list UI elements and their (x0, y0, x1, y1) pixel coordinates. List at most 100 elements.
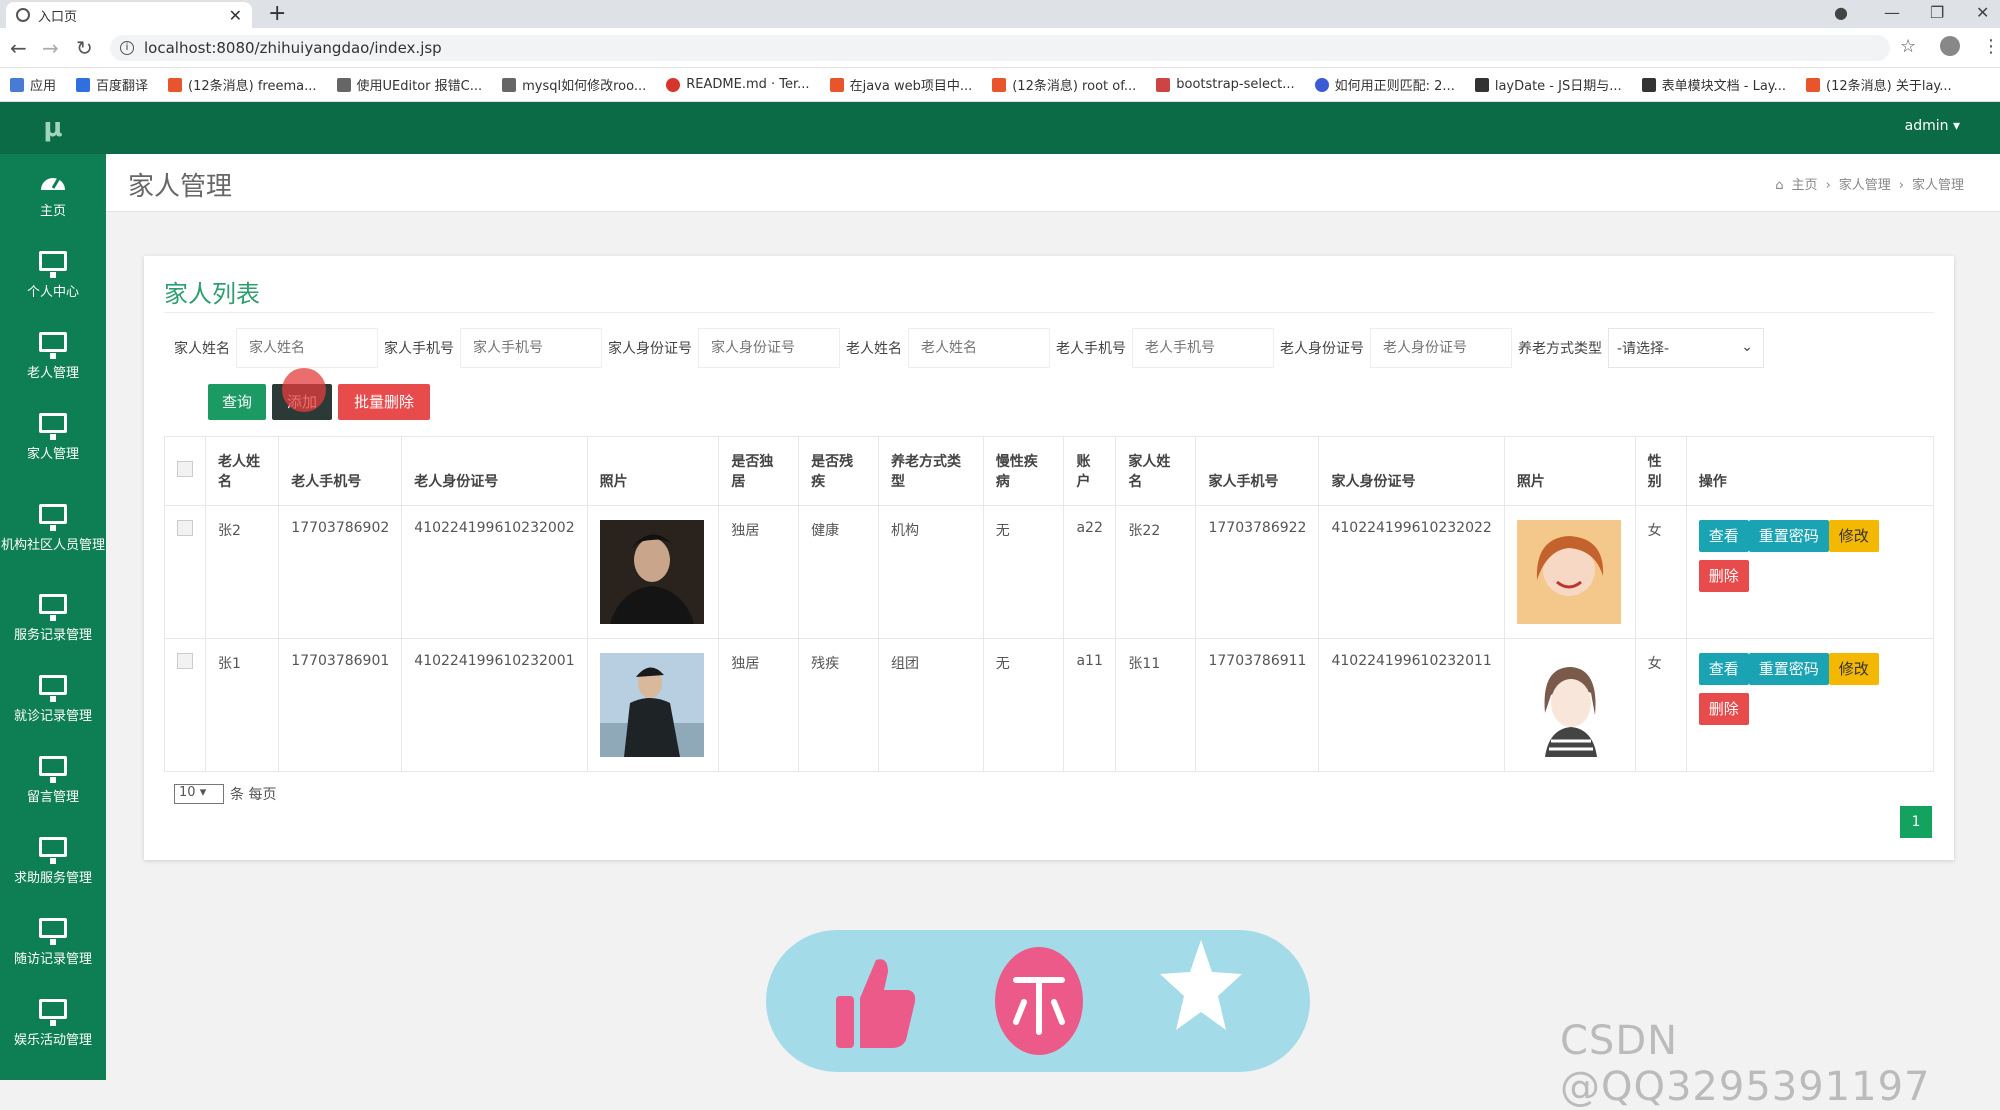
bookmark-item[interactable]: 百度翻译 (76, 75, 148, 94)
query-button[interactable]: 查询 (208, 384, 266, 420)
row-checkbox[interactable] (177, 653, 193, 669)
info-icon[interactable]: i (120, 41, 134, 55)
bookmark-item[interactable]: (12条消息) root of... (992, 75, 1136, 94)
sidebar-item-activities[interactable]: 娱乐活动管理 (0, 983, 106, 1064)
family-id-input[interactable] (698, 328, 840, 368)
sidebar-item-profile[interactable]: 个人中心 (0, 235, 106, 316)
sidebar-item-messages[interactable]: 留言管理 (0, 740, 106, 821)
breadcrumb-section[interactable]: 家人管理 (1839, 178, 1891, 193)
edit-button[interactable]: 修改 (1828, 520, 1879, 552)
profile-icon[interactable] (1940, 36, 1960, 56)
sidebar: μ 主页 个人中心 老人管理 家人管理 机构社区人员管理 服务记录管理 就诊记录… (0, 102, 106, 1080)
view-button[interactable]: 查看 (1698, 520, 1749, 552)
family-phone-input[interactable] (460, 328, 602, 368)
column-header: 照片 (586, 436, 720, 506)
sidebar-item-service-records[interactable]: 服务记录管理 (0, 578, 106, 659)
chronic-cell: 无 (982, 505, 1065, 639)
page-number-button[interactable]: 1 (1900, 806, 1932, 838)
elder-name-input[interactable] (908, 328, 1050, 368)
forward-icon[interactable]: → (42, 36, 59, 60)
close-window-button[interactable]: ✕ (1976, 0, 1989, 28)
reset-password-button[interactable]: 重置密码 (1748, 653, 1829, 685)
reload-icon[interactable]: ↻ (76, 36, 93, 60)
bookmark-item[interactable]: bootstrap-select... (1156, 77, 1295, 92)
bookmark-item[interactable]: 使用UEditor 报错C... (336, 75, 482, 94)
star-favorite-icon[interactable] (1158, 936, 1244, 1036)
family-name-input[interactable] (236, 328, 378, 368)
sidebar-item-family[interactable]: 家人管理 (0, 397, 106, 478)
family-id-cell: 410224199610232011 (1318, 638, 1505, 772)
coin-icon[interactable] (994, 946, 1084, 1056)
filter-label: 老人手机号 (1056, 341, 1126, 357)
reset-password-button[interactable]: 重置密码 (1748, 520, 1829, 552)
filter-label: 家人姓名 (174, 341, 230, 357)
browser-tab[interactable]: 入口页 ✕ (6, 2, 252, 28)
elder-id-input[interactable] (1370, 328, 1512, 368)
delete-button[interactable]: 删除 (1698, 693, 1749, 725)
family-photo (1516, 653, 1621, 757)
url-field[interactable]: i localhost:8080/zhihuiyangdao/index.jsp (110, 35, 1890, 61)
select-all-checkbox[interactable] (177, 461, 193, 477)
page-header: 家人管理 ⌂ 主页 › 家人管理 › 家人管理 (106, 154, 2000, 212)
column-header: 老人姓名 (204, 436, 280, 506)
divider (164, 312, 1934, 313)
monitor-icon (39, 837, 67, 864)
elder-phone-input[interactable] (1132, 328, 1274, 368)
minimize-button[interactable]: — (1884, 0, 1900, 28)
sidebar-item-followups[interactable]: 随访记录管理 (0, 902, 106, 983)
filter-bar: 家人姓名 家人手机号 家人身份证号 老人姓名 老人手机号 老人身份证号 养老方式… (174, 328, 1764, 368)
bookmark-item[interactable]: README.md · Ter... (666, 77, 810, 92)
bookmark-item[interactable]: layDate - JS日期与... (1474, 75, 1622, 94)
elder-photo (599, 653, 704, 757)
bookmarks-bar: 应用 百度翻译 (12条消息) freema... 使用UEditor 报错C.… (0, 68, 2000, 102)
column-header: 账户 (1063, 436, 1117, 506)
column-header: 慢性疾病 (982, 436, 1065, 506)
bookmark-item[interactable]: 在java web项目中... (829, 75, 972, 94)
bookmark-item[interactable]: mysql如何修改roo... (502, 75, 646, 94)
row-checkbox[interactable] (177, 520, 193, 536)
media-icon[interactable]: ● (1834, 0, 1848, 28)
bookmark-star-icon[interactable]: ☆ (1900, 36, 1916, 57)
bookmark-item[interactable]: 表单模块文档 - Lay... (1641, 75, 1786, 94)
layui-icon (1641, 77, 1656, 92)
disabled-cell: 残疾 (798, 638, 879, 772)
care-type-select[interactable]: -请选择- ⌄ (1608, 328, 1764, 368)
back-icon[interactable]: ← (10, 36, 27, 60)
family-phone-cell: 17703786922 (1195, 505, 1320, 639)
sidebar-item-elders[interactable]: 老人管理 (0, 316, 106, 397)
bookmark-item[interactable]: (12条消息) freema... (168, 75, 317, 94)
breadcrumb-home[interactable]: 主页 (1792, 178, 1818, 193)
bookmark-item[interactable]: (12条消息) 关于lay... (1806, 75, 1952, 94)
chevron-down-icon: ⌄ (1741, 339, 1753, 355)
batch-delete-button[interactable]: 批量删除 (338, 384, 430, 420)
bookmark-item[interactable]: 如何用正则匹配: 2... (1314, 75, 1455, 94)
page-title: 家人管理 (128, 172, 233, 202)
disabled-cell: 健康 (798, 505, 879, 639)
browser-tabbar: 入口页 ✕ + ● — ❐ ✕ (0, 0, 2000, 28)
page-size-suffix: 条 每页 (230, 787, 277, 803)
care-type-cell: 机构 (877, 505, 984, 639)
browser-menu-icon[interactable]: ⋮ (1982, 36, 2000, 57)
page-size-select[interactable]: 10 ▾ (174, 784, 224, 804)
globe-icon (16, 8, 30, 22)
delete-button[interactable]: 删除 (1698, 560, 1749, 592)
restore-button[interactable]: ❐ (1930, 0, 1944, 28)
bookmark-item[interactable]: 应用 (10, 75, 56, 94)
view-button[interactable]: 查看 (1698, 653, 1749, 685)
edit-button[interactable]: 修改 (1828, 653, 1879, 685)
close-tab-icon[interactable]: ✕ (229, 6, 242, 25)
sidebar-item-home[interactable]: 主页 (0, 154, 106, 235)
caret-down-icon: ▾ (1952, 118, 1960, 134)
new-tab-button[interactable]: + (268, 0, 286, 28)
layui-icon (1474, 77, 1489, 92)
user-menu[interactable]: admin ▾ (1905, 118, 1960, 134)
sidebar-item-medical-records[interactable]: 就诊记录管理 (0, 659, 106, 740)
thumbs-up-icon[interactable] (832, 952, 918, 1052)
sidebar-item-help-services[interactable]: 求助服务管理 (0, 821, 106, 902)
monitor-icon (39, 332, 67, 359)
elder-id-cell: 410224199610232001 (401, 638, 588, 772)
family-name-cell: 张22 (1115, 505, 1197, 639)
sidebar-item-staff[interactable]: 机构社区人员管理 (0, 478, 106, 578)
github-icon (502, 77, 517, 92)
address-bar: ← → ↻ i localhost:8080/zhihuiyangdao/ind… (0, 28, 2000, 68)
